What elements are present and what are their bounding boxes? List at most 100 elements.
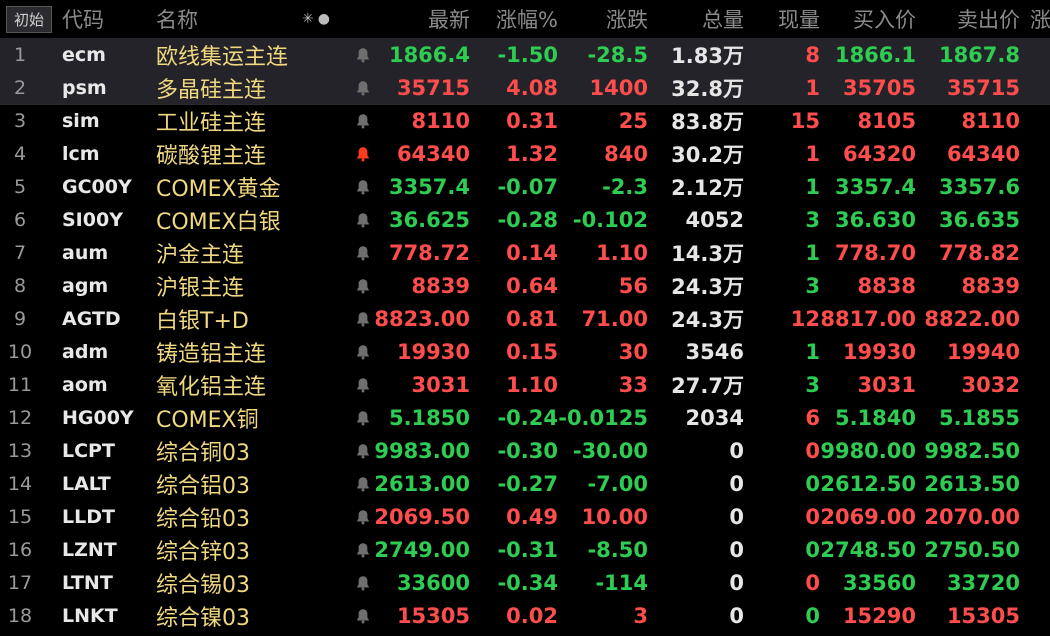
change-percent: -0.31	[497, 537, 558, 562]
col-header-ask[interactable]: 卖出价	[920, 0, 1020, 38]
table-row[interactable]: 3 sim 工业硅主连 8110 0.31 25 83.8万 15 8105 8110	[0, 104, 1050, 137]
alert-bell-icon[interactable]	[354, 203, 372, 236]
row-index: 16	[7, 538, 33, 561]
col-header-vol[interactable]: 总量	[654, 0, 744, 38]
table-row[interactable]: 17 LTNT 综合锡03 33600 -0.34 -114 0 0 33560 33720	[0, 566, 1050, 599]
table-row[interactable]: 6 SI00Y COMEX白银 36.625 -0.28 -0.102 4052 3 36.63…	[0, 203, 1050, 236]
current-volume: 0	[805, 438, 820, 463]
contract-code: LNKT	[62, 604, 118, 627]
change-percent: -0.07	[497, 174, 558, 199]
asterisk-icon[interactable]: ✳	[302, 11, 314, 27]
table-row[interactable]: 1 ecm 欧线集运主连 1866.4 -1.50 -28.5 1.83万 8 1866.1 18…	[0, 38, 1050, 71]
col-header-cur[interactable]: 现量	[752, 0, 820, 38]
row-index: 12	[7, 406, 33, 429]
alert-bell-icon[interactable]	[354, 104, 372, 137]
contract-code: agm	[62, 274, 109, 297]
table-row[interactable]: 11 aom 氧化铝主连 3031 1.10 33 27.7万 3 3031 3032	[0, 368, 1050, 401]
table-header: 初始 代码 名称 ✳ ● 最新 涨幅% 涨跌 总量 现量 买入价 卖出价 涨	[0, 0, 1050, 38]
current-volume: 12	[790, 306, 820, 331]
alert-bell-icon[interactable]	[354, 467, 372, 500]
total-volume: 4052	[685, 207, 744, 232]
last-price: 19930	[396, 339, 470, 364]
table-row[interactable]: 15 LLDT 综合铅03 2069.50 0.49 10.00 0 0 2069.00 2070…	[0, 500, 1050, 533]
col-header-chg[interactable]: 涨跌	[562, 0, 648, 38]
table-row[interactable]: 5 GC00Y COMEX黄金 3357.4 -0.07 -2.3 2.12万 1 3357.4…	[0, 170, 1050, 203]
current-volume: 1	[805, 141, 820, 166]
alert-bell-icon[interactable]	[354, 335, 372, 368]
col-header-clipped[interactable]: 涨	[1030, 0, 1050, 38]
alert-bell-icon[interactable]	[354, 533, 372, 566]
change-amount: 1400	[589, 75, 648, 100]
alert-bell-icon[interactable]	[354, 434, 372, 467]
contract-name: 碳酸锂主连	[156, 143, 267, 169]
table-row[interactable]: 13 LCPT 综合铜03 9983.00 -0.30 -30.00 0 0 9980.00 99…	[0, 434, 1050, 467]
contract-name: 白银T+D	[156, 308, 249, 334]
change-amount: 1.10	[596, 240, 648, 265]
header-icons[interactable]: ✳ ●	[302, 0, 330, 38]
table-row[interactable]: 4 lcm 碳酸锂主连 64340 1.32 840 30.2万 1 64320 64340	[0, 137, 1050, 170]
total-volume: 3546	[685, 339, 744, 364]
last-price: 3031	[411, 372, 470, 397]
contract-name: 铸造铝主连	[156, 341, 267, 367]
alert-bell-icon[interactable]	[354, 170, 372, 203]
col-header-code[interactable]: 代码	[62, 0, 150, 38]
alert-bell-icon[interactable]	[354, 599, 372, 632]
change-amount: -30.00	[572, 438, 648, 463]
row-index: 13	[7, 439, 33, 462]
contract-code: ecm	[62, 43, 106, 66]
alert-bell-icon[interactable]	[354, 236, 372, 269]
total-volume: 0	[729, 570, 744, 595]
ask-price: 2070.00	[924, 504, 1020, 529]
col-header-bid[interactable]: 买入价	[826, 0, 916, 38]
alert-bell-icon[interactable]	[354, 500, 372, 533]
last-price: 64340	[396, 141, 470, 166]
change-amount: 71.00	[581, 306, 648, 331]
bid-price: 3357.4	[834, 174, 916, 199]
change-percent: -0.30	[497, 438, 558, 463]
table-row[interactable]: 2 psm 多晶硅主连 35715 4.08 1400 32.8万 1 35705 35715	[0, 71, 1050, 105]
contract-name: 沪银主连	[156, 275, 245, 301]
last-price: 36.625	[388, 207, 470, 232]
table-row[interactable]: 7 aum 沪金主连 778.72 0.14 1.10 14.3万 1 778.70 778.82	[0, 236, 1050, 269]
alert-bell-icon[interactable]	[354, 137, 372, 170]
table-row[interactable]: 9 AGTD 白银T+D 8823.00 0.81 71.00 24.3万 12 8817.00…	[0, 302, 1050, 335]
current-volume: 8	[805, 42, 820, 67]
contract-code: adm	[62, 340, 109, 363]
bid-price: 1866.1	[834, 42, 916, 67]
current-volume: 3	[805, 207, 820, 232]
alert-bell-icon[interactable]	[354, 71, 372, 104]
total-volume: 0	[729, 471, 744, 496]
contract-name: 综合铜03	[156, 440, 250, 466]
contract-code: LZNT	[62, 538, 117, 561]
last-price: 15305	[396, 603, 470, 628]
row-index: 17	[7, 571, 33, 594]
total-volume: 14.3万	[671, 241, 744, 266]
row-index: 8	[13, 274, 27, 297]
col-header-pct[interactable]: 涨幅%	[476, 0, 558, 38]
table-row[interactable]: 12 HG00Y COMEX铜 5.1850 -0.24 -0.0125 2034 6 5.18…	[0, 401, 1050, 434]
alert-bell-icon[interactable]	[354, 401, 372, 434]
table-row[interactable]: 10 adm 铸造铝主连 19930 0.15 30 3546 1 19930 19940	[0, 335, 1050, 368]
row-index: 7	[13, 241, 27, 264]
alert-bell-icon[interactable]	[354, 38, 372, 71]
dot-icon[interactable]: ●	[318, 11, 330, 27]
init-button[interactable]: 初始	[6, 6, 52, 33]
current-volume: 1	[805, 339, 820, 364]
contract-name: 欧线集运主连	[156, 44, 289, 70]
table-row[interactable]: 16 LZNT 综合锌03 2749.00 -0.31 -8.50 0 0 2748.50 275…	[0, 533, 1050, 566]
table-row[interactable]: 18 LNKT 综合镍03 15305 0.02 3 0 0 15290 15305	[0, 599, 1050, 632]
table-row[interactable]: 8 agm 沪银主连 8839 0.64 56 24.3万 3 8838 8839	[0, 269, 1050, 302]
contract-code: psm	[62, 76, 107, 99]
row-index: 15	[7, 505, 33, 528]
col-header-last[interactable]: 最新	[376, 0, 470, 38]
alert-bell-icon[interactable]	[354, 269, 372, 302]
last-price: 778.72	[388, 240, 470, 265]
row-index: 18	[7, 604, 33, 627]
alert-bell-icon[interactable]	[354, 368, 372, 401]
alert-bell-icon[interactable]	[354, 302, 372, 335]
alert-bell-icon[interactable]	[354, 566, 372, 599]
contract-name: COMEX白银	[156, 209, 281, 235]
table-row[interactable]: 14 LALT 综合铝03 2613.00 -0.27 -7.00 0 0 2612.50 261…	[0, 467, 1050, 500]
change-amount: 3	[633, 603, 648, 628]
current-volume: 0	[805, 570, 820, 595]
